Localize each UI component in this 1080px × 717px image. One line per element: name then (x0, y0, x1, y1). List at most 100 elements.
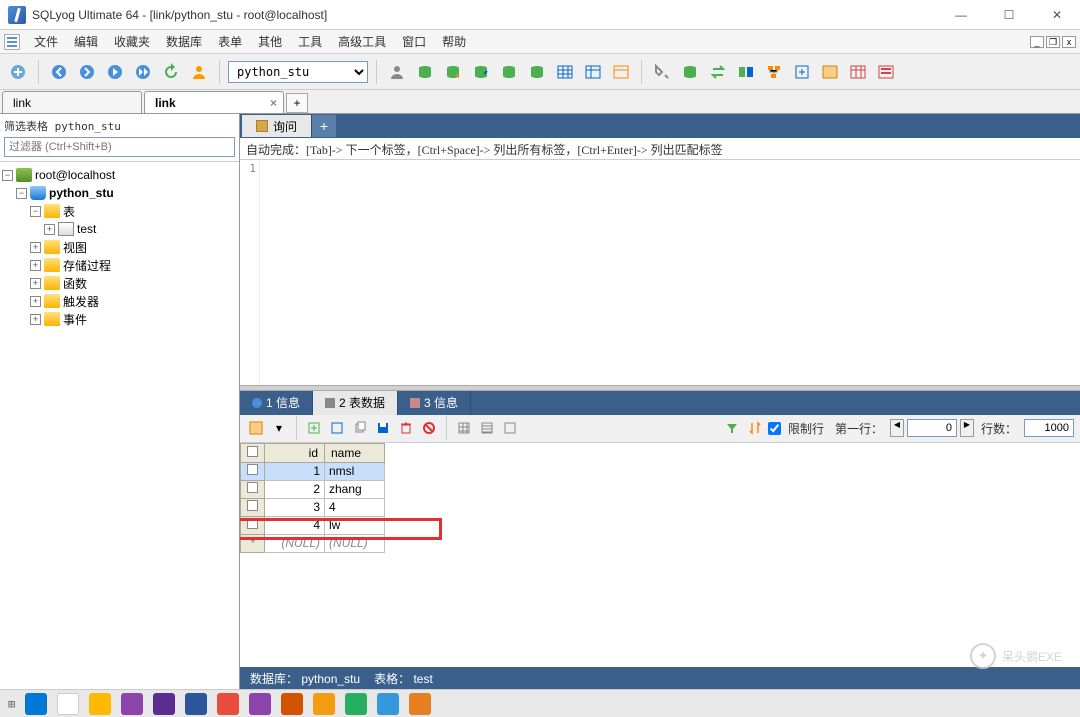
tree-procs-folder[interactable]: + 存储过程 (2, 256, 237, 274)
first-row-prev[interactable]: ◀ (890, 419, 904, 437)
tab-close-icon[interactable]: × (270, 96, 277, 110)
menu-icon[interactable] (4, 34, 20, 50)
tool-db5-icon[interactable] (525, 60, 549, 84)
taskbar-app-icon[interactable] (345, 693, 367, 715)
nav-back-icon[interactable] (47, 60, 71, 84)
column-header-name[interactable]: name (325, 443, 385, 462)
select-all-checkbox[interactable] (241, 443, 265, 462)
collapse-icon[interactable]: − (16, 188, 27, 199)
data-grid[interactable]: id name 1 nmsl 2 zhang 3 4 (240, 443, 385, 553)
sql-editor[interactable]: 1 (240, 160, 1080, 385)
execute-icon[interactable] (103, 60, 127, 84)
expand-icon[interactable]: + (30, 242, 41, 253)
tool-compare-icon[interactable] (734, 60, 758, 84)
expand-icon[interactable]: + (30, 314, 41, 325)
row-checkbox[interactable] (247, 500, 258, 511)
table-row[interactable]: 4 lw (241, 516, 385, 534)
grid-dropdown-icon[interactable]: ▾ (269, 418, 289, 438)
tree-triggers-folder[interactable]: + 触发器 (2, 292, 237, 310)
taskbar-app-icon[interactable] (57, 693, 79, 715)
grid-refresh-icon[interactable] (246, 418, 266, 438)
tool-format-icon[interactable] (650, 60, 674, 84)
collapse-icon[interactable]: − (2, 170, 13, 181)
grid-export-icon[interactable] (304, 418, 324, 438)
menu-edit[interactable]: 编辑 (66, 30, 106, 53)
taskbar-app-icon[interactable] (249, 693, 271, 715)
grid-view3-icon[interactable] (500, 418, 520, 438)
tool-schema-icon[interactable] (762, 60, 786, 84)
column-header-id[interactable]: id (265, 443, 325, 462)
tool-db3-icon[interactable] (469, 60, 493, 84)
user-icon[interactable] (187, 60, 211, 84)
expand-icon[interactable]: + (30, 278, 41, 289)
tool-grid2-icon[interactable] (581, 60, 605, 84)
connection-tab[interactable]: link (2, 91, 142, 113)
result-tab-info[interactable]: 1 信息 (240, 391, 313, 415)
tool-export-icon[interactable] (790, 60, 814, 84)
grid-cancel-icon[interactable] (419, 418, 439, 438)
tool-sync-icon[interactable] (706, 60, 730, 84)
taskbar-app-icon[interactable] (217, 693, 239, 715)
tool-visual-icon[interactable] (846, 60, 870, 84)
menu-file[interactable]: 文件 (26, 30, 66, 53)
grid-save-icon[interactable] (373, 418, 393, 438)
row-checkbox[interactable] (247, 482, 258, 493)
row-checkbox[interactable] (247, 518, 258, 529)
filter-input[interactable] (4, 137, 235, 157)
tool-db2-icon[interactable] (441, 60, 465, 84)
taskbar-start[interactable]: ⊞ (8, 697, 15, 711)
first-row-input[interactable] (907, 419, 957, 437)
menu-window[interactable]: 窗口 (394, 30, 434, 53)
table-row[interactable]: 1 nmsl (241, 462, 385, 480)
grid-delete-icon[interactable] (396, 418, 416, 438)
collapse-icon[interactable]: − (30, 206, 41, 217)
table-row[interactable]: 2 zhang (241, 480, 385, 498)
menu-help[interactable]: 帮助 (434, 30, 474, 53)
tool-user-icon[interactable] (385, 60, 409, 84)
tool-grid3-icon[interactable] (609, 60, 633, 84)
expand-icon[interactable]: + (44, 224, 55, 235)
taskbar-app-icon[interactable] (153, 693, 175, 715)
tree-events-folder[interactable]: + 事件 (2, 310, 237, 328)
sort-icon[interactable] (745, 418, 765, 438)
mdi-minimize-button[interactable]: _ (1030, 36, 1044, 48)
grid-view2-icon[interactable] (477, 418, 497, 438)
execute-all-icon[interactable] (131, 60, 155, 84)
result-tab-info2[interactable]: 3 信息 (398, 391, 471, 415)
mdi-restore-button[interactable]: ❐ (1046, 36, 1060, 48)
tree-views-folder[interactable]: + 视图 (2, 238, 237, 256)
taskbar-app-icon[interactable] (409, 693, 431, 715)
query-tab[interactable]: 询问 (242, 115, 312, 137)
add-connection-tab[interactable]: + (286, 93, 308, 113)
connection-tab-active[interactable]: link × (144, 91, 284, 113)
menu-tools[interactable]: 工具 (290, 30, 330, 53)
maximize-button[interactable]: ☐ (994, 8, 1024, 22)
menu-other[interactable]: 其他 (250, 30, 290, 53)
expand-icon[interactable]: + (30, 296, 41, 307)
tool-form-icon[interactable] (874, 60, 898, 84)
table-row-new[interactable]: * (NULL) (NULL) (241, 534, 385, 552)
grid-copy-icon[interactable] (350, 418, 370, 438)
tree-database-node[interactable]: − python_stu (2, 184, 237, 202)
expand-icon[interactable]: + (30, 260, 41, 271)
taskbar-app-icon[interactable] (185, 693, 207, 715)
grid-add-icon[interactable] (327, 418, 347, 438)
database-selector[interactable]: python_stu (228, 61, 368, 83)
tool-db6-icon[interactable] (678, 60, 702, 84)
menu-favorites[interactable]: 收藏夹 (106, 30, 158, 53)
mdi-close-button[interactable]: x (1062, 36, 1076, 48)
menu-powertools[interactable]: 高级工具 (330, 30, 394, 53)
tool-db1-icon[interactable] (413, 60, 437, 84)
table-row[interactable]: 3 4 (241, 498, 385, 516)
tool-query-icon[interactable] (818, 60, 842, 84)
new-connection-icon[interactable] (6, 60, 30, 84)
tree-funcs-folder[interactable]: + 函数 (2, 274, 237, 292)
filter-icon[interactable] (722, 418, 742, 438)
limit-rows-checkbox[interactable] (768, 422, 781, 435)
tree-tables-folder[interactable]: − 表 (2, 202, 237, 220)
grid-view1-icon[interactable] (454, 418, 474, 438)
tree-server-node[interactable]: − root@localhost (2, 166, 237, 184)
add-query-tab[interactable]: + (312, 115, 336, 137)
taskbar-app-icon[interactable] (281, 693, 303, 715)
rows-input[interactable] (1024, 419, 1074, 437)
